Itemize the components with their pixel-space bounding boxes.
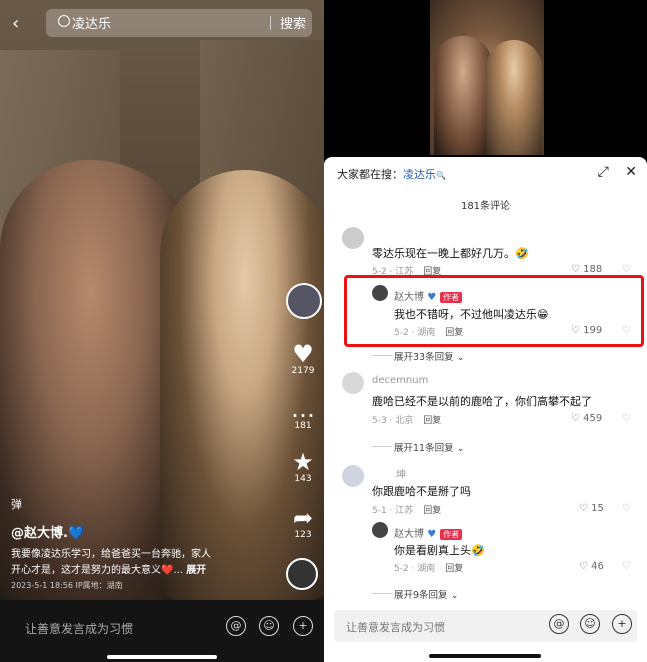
expand-icon[interactable]: ⤢ <box>598 164 609 180</box>
close-icon[interactable]: ✕ <box>625 164 637 180</box>
trending-prefix: 大家都在搜： <box>337 168 403 181</box>
comment-input[interactable]: 让善意发言成为习惯 <box>25 620 133 637</box>
expand-replies[interactable]: 展开9条回复 ⌄ <box>394 587 459 601</box>
video-panel: ‹ 凌达乐 搜索 ♥ 2179 … 181 ★ 143 ➦ 123 弹 @赵大博… <box>0 0 324 662</box>
author-avatar[interactable] <box>372 522 388 538</box>
caption-line-2: 开心才是，这才是努力的最大意义❤️... 展开 <box>11 561 206 576</box>
music-label: 弹 <box>11 498 22 511</box>
expand-caption-button[interactable]: 展开 <box>186 565 206 576</box>
at-icon[interactable]: @ <box>226 616 246 636</box>
search-button[interactable]: 搜索 <box>280 13 306 32</box>
comment-meta: 5-2 · 湖南 回复 <box>394 561 463 574</box>
post-date-location: 2023-5-1 18:56 IP属地：湖南 <box>11 581 123 590</box>
comment-sheet: 大家都在搜：凌达乐🔍 ⤢ ✕ 181条评论 零达乐现在一晚上都好几万。🤣 5-2… <box>324 157 647 662</box>
comment-like[interactable]: ♡ 46 <box>579 561 604 572</box>
heart-icon: ♥ <box>292 340 314 368</box>
expand-replies[interactable]: 展开33条回复 ⌄ <box>394 349 465 363</box>
search-query[interactable]: 凌达乐 <box>72 13 111 32</box>
expand-divider <box>372 593 392 594</box>
search-divider <box>270 16 271 30</box>
comment-date: 5-3 · 北京 <box>372 416 414 426</box>
at-icon[interactable]: @ <box>549 614 569 634</box>
commenter-avatar[interactable] <box>342 465 364 487</box>
author-name: 赵大博 <box>394 529 424 540</box>
comment-meta: 5-3 · 北京 回复 <box>372 413 441 426</box>
comment-date: 5-2 · 湖南 <box>394 564 436 574</box>
share-button[interactable]: ➦ 123 <box>288 506 318 540</box>
commenter-name[interactable]: decemnum <box>372 375 428 386</box>
comment-text: 鹿哈已经不是以前的鹿哈了，你们高攀不起了 <box>372 395 592 408</box>
commenter-avatar[interactable] <box>342 227 364 249</box>
music-disc-icon[interactable] <box>286 558 318 590</box>
dislike-icon[interactable]: ♡ <box>622 264 631 275</box>
comment-like[interactable]: ♡ 459 <box>571 413 602 424</box>
comment-text: 你是看剧真上头🤣 <box>394 544 485 557</box>
home-indicator <box>429 654 541 658</box>
mini-video[interactable] <box>430 0 544 155</box>
commenter-name[interactable]: 坤 <box>396 466 406 481</box>
expand-divider <box>372 446 392 447</box>
mini-person-left <box>434 36 492 155</box>
author-tag: 作者 <box>440 529 463 540</box>
expand-replies-label: 展开9条回复 <box>394 590 448 601</box>
add-icon[interactable]: + <box>293 616 313 636</box>
expand-divider <box>372 355 392 356</box>
comment-input[interactable]: 让善意发言成为习惯 <box>346 619 445 635</box>
expand-replies-label: 展开33条回复 <box>394 352 454 363</box>
comment-like-count: 46 <box>591 561 604 572</box>
dislike-icon[interactable]: ♡ <box>622 413 631 424</box>
search-small-icon: 🔍 <box>436 171 446 180</box>
comment-button[interactable]: … 181 <box>288 397 318 431</box>
comment-text: 零达乐现在一晚上都好几万。🤣 <box>372 247 529 260</box>
star-icon: ★ <box>292 448 314 476</box>
back-arrow-icon[interactable]: ‹ <box>12 13 19 34</box>
like-count: 2179 <box>291 366 315 376</box>
emoji-icon[interactable]: ☺ <box>580 614 600 634</box>
add-icon[interactable]: + <box>612 614 632 634</box>
mini-person-right <box>486 40 542 155</box>
share-icon: ➦ <box>292 504 314 532</box>
commenter-avatar[interactable] <box>342 372 364 394</box>
comment-icon: … <box>291 395 315 423</box>
comment-like-count: 188 <box>583 264 603 275</box>
search-icon <box>58 15 70 27</box>
caption-line-1: 我要像凌达乐学习，给爸爸买一台奔驰，家人 <box>11 549 211 560</box>
highlight-box <box>344 275 644 347</box>
author-name[interactable]: @赵大博.💙 <box>11 522 84 541</box>
expand-replies[interactable]: 展开11条回复 ⌄ <box>394 440 465 454</box>
comment-author[interactable]: 赵大博 ♥ 作者 <box>394 525 463 540</box>
home-indicator <box>107 655 217 659</box>
author-avatar[interactable] <box>286 283 322 319</box>
comment-count-title: 181条评论 <box>460 201 511 212</box>
reply-button[interactable]: 回复 <box>423 416 441 426</box>
blue-heart-icon: ♥ <box>427 529 437 540</box>
reply-button[interactable]: 回复 <box>445 564 463 574</box>
favorite-button[interactable]: ★ 143 <box>288 450 318 484</box>
trending-search[interactable]: 大家都在搜：凌达乐🔍 <box>337 166 446 182</box>
comment-like[interactable]: ♡ 15 <box>579 503 604 514</box>
like-button[interactable]: ♥ 2179 <box>288 342 318 376</box>
comment-like-count: 459 <box>583 413 603 424</box>
dislike-icon[interactable]: ♡ <box>622 503 631 514</box>
expand-replies-label: 展开11条回复 <box>394 443 454 454</box>
comment-like[interactable]: ♡ 188 <box>571 264 602 275</box>
comment-text: 你跟鹿哈不是掰了吗 <box>372 485 471 498</box>
dislike-icon[interactable]: ♡ <box>622 561 631 572</box>
comment-meta: 5-1 · 江苏 回复 <box>372 503 441 516</box>
comment-date: 5-1 · 江苏 <box>372 506 414 516</box>
sheet-controls: ⤢ ✕ <box>598 164 637 180</box>
comment-like-count: 15 <box>591 503 604 514</box>
caption-text: 开心才是，这才是努力的最大意义❤️... <box>11 565 183 576</box>
reply-button[interactable]: 回复 <box>423 506 441 516</box>
emoji-icon[interactable]: ☺ <box>259 616 279 636</box>
trending-query[interactable]: 凌达乐 <box>403 168 436 181</box>
